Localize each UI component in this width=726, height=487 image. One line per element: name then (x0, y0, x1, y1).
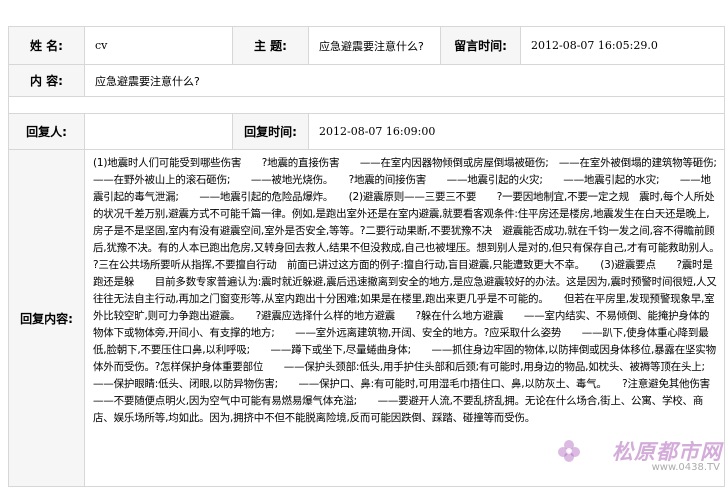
post-time-value: 2012-08-07 16:05:29.0 (520, 26, 725, 65)
replier-row: 回复人: 回复时间: 2012-08-07 16:09:00 (8, 113, 725, 150)
divider (8, 96, 725, 114)
subject-label: 主 题: (232, 26, 309, 65)
post-time-label: 留言时间: (440, 26, 521, 65)
content-row: 内 容: 应急避震要注意什么? (8, 64, 725, 97)
name-label: 姓 名: (8, 26, 85, 65)
content-label: 内 容: (8, 64, 85, 97)
spacer-row (8, 96, 725, 114)
reply-content-label: 回复内容: (8, 149, 85, 487)
reply-time-value: 2012-08-07 16:09:00 (308, 113, 725, 150)
reply-content-cell: (1)地震时人们可能受到哪些伤害 ?地震的直接伤害 ——在室内因器物倾倒或房屋倒… (84, 149, 725, 487)
message-detail-table: 姓 名: cv 主 题: 应急避震要注意什么? 留言时间: 2012-08-07… (8, 26, 725, 487)
name-value: cv (84, 26, 233, 65)
subject-value: 应急避震要注意什么? (308, 26, 441, 65)
reply-content-text: (1)地震时人们可能受到哪些伤害 ?地震的直接伤害 ——在室内因器物倾倒或房屋倒… (93, 157, 718, 424)
replier-label: 回复人: (8, 113, 85, 150)
replier-value (84, 113, 233, 150)
content-value: 应急避震要注意什么? (84, 64, 725, 97)
reply-time-label: 回复时间: (232, 113, 309, 150)
name-row: 姓 名: cv 主 题: 应急避震要注意什么? 留言时间: 2012-08-07… (8, 26, 725, 65)
reply-content-row: 回复内容: (1)地震时人们可能受到哪些伤害 ?地震的直接伤害 ——在室内因器物… (8, 149, 725, 487)
